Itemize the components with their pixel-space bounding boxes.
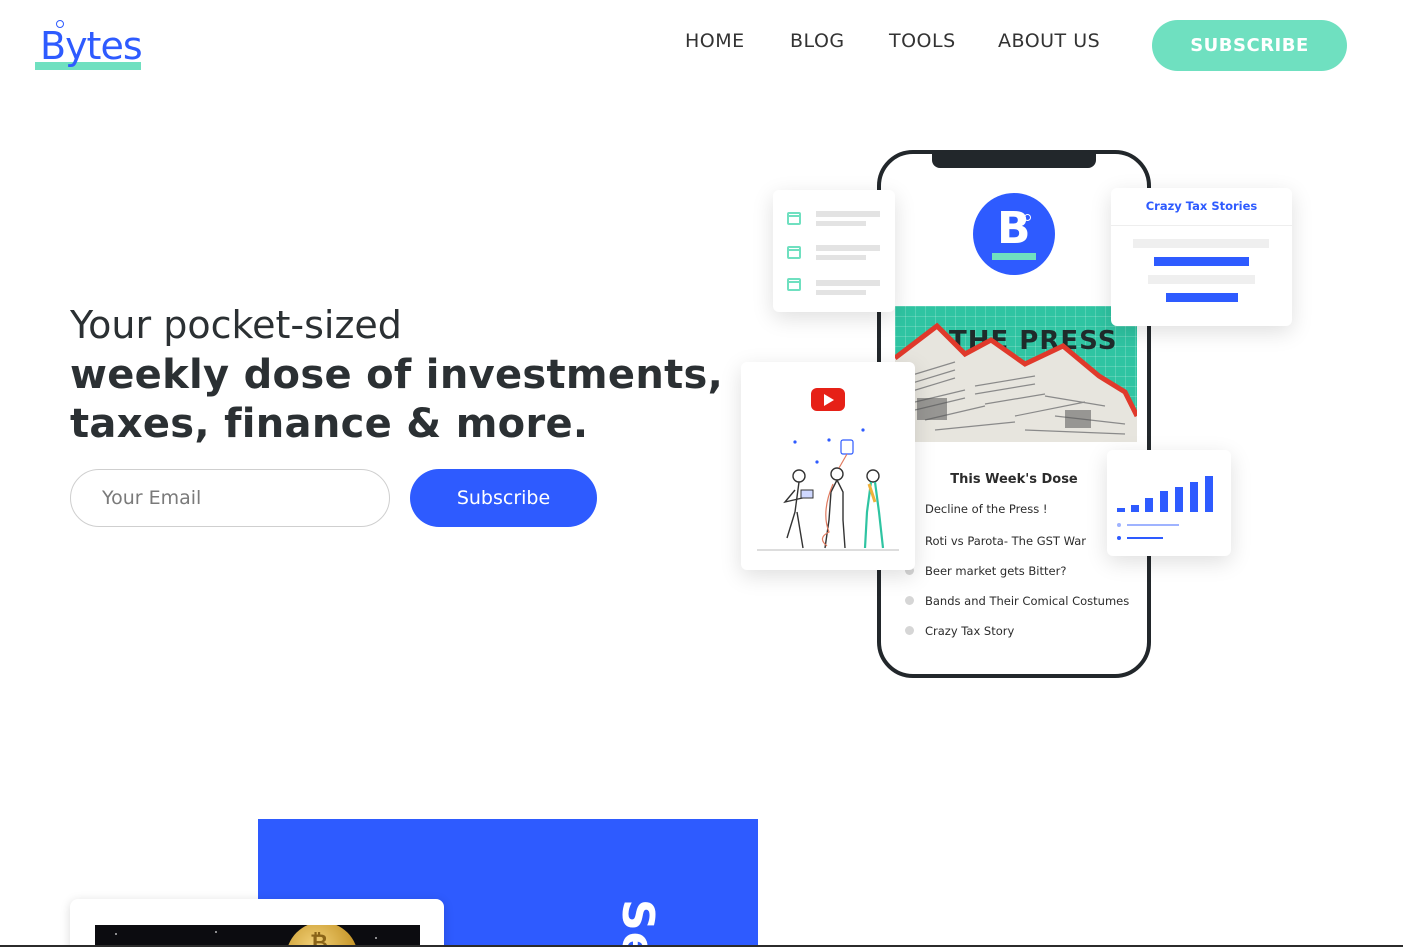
calendar-icon: [787, 278, 801, 291]
placeholder-line: [816, 255, 866, 260]
dose-item: Roti vs Parota- The GST War: [925, 534, 1087, 548]
chart-bar: [1117, 508, 1125, 512]
placeholder-line: [816, 211, 880, 217]
placeholder-line: [1133, 239, 1269, 248]
chart-bar: [1160, 491, 1168, 512]
schedule-card: [773, 190, 895, 312]
phone-logo: B: [973, 193, 1055, 275]
dose-bullet: [905, 626, 914, 635]
people-illustration: [757, 428, 899, 551]
phone-logo-underline: [992, 253, 1036, 260]
header-subscribe-button[interactable]: SUBSCRIBE: [1152, 20, 1347, 71]
dose-item: Beer market gets Bitter?: [925, 564, 1067, 578]
hero-tagline: Your pocket-sized: [70, 303, 402, 347]
legend-dot: [1117, 523, 1121, 527]
chart-bar: [1175, 487, 1183, 512]
video-card: [741, 362, 915, 570]
phone-notch: [932, 152, 1096, 168]
nav-tools[interactable]: TOOLS: [889, 30, 956, 52]
section-banner-text: Se: [612, 899, 663, 947]
phone-illustration: B THE PRESS This Week's Dose Decline of …: [877, 150, 1151, 678]
chart-bar: [1190, 482, 1198, 512]
bitcoin-icon: ₿: [286, 925, 358, 947]
bitcoin-image: ₿: [95, 925, 420, 947]
placeholder-line: [816, 221, 866, 226]
nav-home[interactable]: HOME: [685, 30, 745, 52]
dose-item: Decline of the Press !: [925, 502, 1048, 516]
placeholder-line: [1148, 275, 1255, 284]
highlight-line: [1166, 293, 1238, 302]
calendar-icon: [787, 246, 801, 259]
chart-bar: [1145, 498, 1153, 512]
dose-item: Crazy Tax Story: [925, 624, 1015, 638]
dose-bullet: [905, 596, 914, 605]
hero-headline-line2: taxes, finance & more.: [70, 401, 589, 447]
placeholder-line: [816, 290, 866, 295]
hero-headline-line1: weekly dose of investments,: [70, 352, 724, 398]
nav-blog[interactable]: BLOG: [790, 30, 845, 52]
legend-line: [1127, 524, 1179, 526]
hero-subscribe-button[interactable]: Subscribe: [410, 469, 597, 527]
tax-stories-card: Crazy Tax Stories: [1111, 188, 1292, 326]
placeholder-line: [816, 280, 880, 286]
legend-line: [1127, 537, 1163, 539]
email-input[interactable]: [70, 469, 390, 527]
placeholder-line: [816, 245, 880, 251]
legend-dot: [1117, 536, 1121, 540]
newspaper-decline-graphic: [895, 322, 1137, 442]
chart-bar: [1205, 476, 1213, 512]
chart-bar: [1131, 505, 1139, 512]
tax-stories-title: Crazy Tax Stories: [1111, 188, 1292, 226]
calendar-icon: [787, 212, 801, 225]
nav-about-us[interactable]: ABOUT US: [998, 30, 1100, 52]
article-card[interactable]: ₿: [70, 899, 444, 947]
growth-chart-card: [1107, 450, 1231, 556]
press-banner-image: THE PRESS: [895, 306, 1137, 442]
phone-logo-letter: B: [997, 203, 1031, 254]
dose-item: Bands and Their Comical Costumes: [925, 594, 1130, 608]
highlight-line: [1154, 257, 1249, 266]
